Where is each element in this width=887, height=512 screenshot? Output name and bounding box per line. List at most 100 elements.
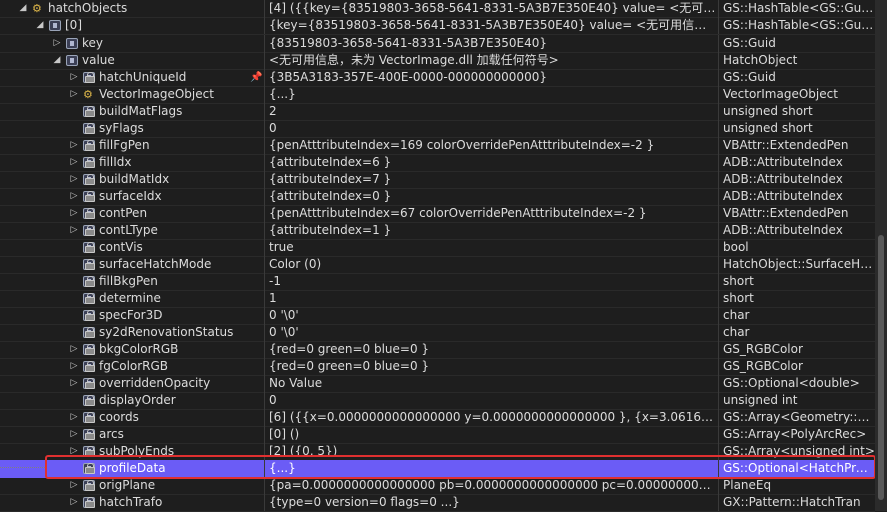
value-cell[interactable]: [2] ({0, 5}) [264, 443, 718, 460]
name-cell[interactable]: ▷ fgColorRGB [0, 358, 264, 375]
name-cell[interactable]: ▷ fillFgPen [0, 137, 264, 154]
value-cell[interactable]: {...} [264, 86, 718, 103]
watch-row[interactable]: displayOrder 0 unsigned int [0, 392, 875, 410]
watch-row[interactable]: ▷ buildMatIdx {attributeIndex=7 } ADB::Attr… [0, 171, 875, 189]
name-cell[interactable]: ▷ contLType [0, 222, 264, 239]
name-cell[interactable]: ▷ ⚙ VectorImageObject [0, 86, 264, 103]
watch-row[interactable]: sy2dRenovationStatus 0 '\0' char [0, 324, 875, 342]
name-cell[interactable]: ◢ [0] [0, 17, 264, 34]
expand-arrow-icon[interactable]: ▷ [69, 188, 79, 205]
name-cell[interactable]: ▷ contPen [0, 205, 264, 222]
value-cell[interactable]: 0 '\0' [264, 324, 718, 341]
value-cell[interactable]: 0 [264, 120, 718, 137]
value-cell[interactable]: true [264, 239, 718, 256]
expand-arrow-icon[interactable]: ▷ [69, 358, 79, 375]
watch-row[interactable]: surfaceHatchMode Color (0) HatchObject::Su… [0, 256, 875, 274]
collapse-arrow-icon[interactable]: ◢ [35, 17, 45, 34]
watch-row[interactable]: syFlags 0 unsigned short [0, 120, 875, 138]
watch-row[interactable]: ▷ fillIdx {attributeIndex=6 } ADB::Attribut… [0, 154, 875, 172]
watch-row[interactable]: ◢ ⚙ hatchObjects [4] ({{key={83519803-3658-… [0, 0, 875, 18]
expand-arrow-icon[interactable]: ▷ [69, 154, 79, 171]
watch-row[interactable]: ▷ fgColorRGB {red=0 green=0 blue=0 } GS_RGB… [0, 358, 875, 376]
expand-arrow-icon[interactable]: ▷ [69, 171, 79, 188]
name-cell[interactable]: ▷ hatchUniqueId 📌 [0, 69, 264, 86]
name-cell[interactable]: ▷ bkgColorRGB [0, 341, 264, 358]
expand-arrow-icon[interactable]: ▷ [52, 35, 62, 52]
value-cell[interactable]: Color (0) [264, 256, 718, 273]
collapse-arrow-icon[interactable]: ◢ [52, 52, 62, 69]
name-cell[interactable]: ▷ surfaceIdx [0, 188, 264, 205]
watch-row[interactable]: ◢ [0] {key={83519803-3658-5641-8331-5A3B7E… [0, 17, 875, 35]
watch-row[interactable]: fillBkgPen -1 short [0, 273, 875, 291]
expand-arrow-icon[interactable]: ▷ [69, 426, 79, 443]
name-cell[interactable]: ▷ key [0, 35, 264, 52]
name-cell[interactable]: surfaceHatchMode [0, 256, 264, 273]
name-cell[interactable]: profileData [0, 460, 264, 477]
expand-arrow-icon[interactable]: ▷ [69, 69, 79, 86]
name-cell[interactable]: ▷ overriddenOpacity [0, 375, 264, 392]
watch-row[interactable]: ▷ fillFgPen {penAtttributeIndex=169 colorO… [0, 137, 875, 155]
expand-arrow-icon[interactable]: ▷ [69, 222, 79, 239]
watch-row[interactable]: ▷ contLType {attributeIndex=1 } ADB::Attrib… [0, 222, 875, 240]
expand-arrow-icon[interactable]: ▷ [69, 375, 79, 392]
value-cell[interactable]: {83519803-3658-5641-8331-5A3B7E350E40} [264, 35, 718, 52]
expand-arrow-icon[interactable]: ▷ [69, 205, 79, 222]
value-cell[interactable]: No Value [264, 375, 718, 392]
watch-row[interactable]: ▷ surfaceIdx {attributeIndex=0 } ADB::Attri… [0, 188, 875, 206]
value-cell[interactable]: {penAtttributeIndex=67 colorOverridePenA… [264, 205, 718, 222]
watch-row[interactable]: specFor3D 0 '\0' char [0, 307, 875, 325]
watch-row[interactable]: ▷ subPolyEnds [2] ({0, 5}) GS::Array<unsign… [0, 443, 875, 461]
expand-arrow-icon[interactable]: ▷ [69, 477, 79, 494]
value-cell[interactable]: {pa=0.0000000000000000 pb=0.000000000000… [264, 477, 718, 494]
name-cell[interactable]: syFlags [0, 120, 264, 137]
name-cell[interactable]: displayOrder [0, 392, 264, 409]
value-cell[interactable]: 0 '\0' [264, 307, 718, 324]
value-cell[interactable]: 1 [264, 290, 718, 307]
watch-row[interactable]: ▷ contPen {penAtttributeIndex=67 colorOver… [0, 205, 875, 223]
value-cell[interactable]: [0] () [264, 426, 718, 443]
value-cell[interactable]: {red=0 green=0 blue=0 } [264, 358, 718, 375]
value-cell[interactable]: <无可用信息，未为 VectorImage.dll 加载任何符号> [264, 52, 718, 69]
value-cell[interactable]: {penAtttributeIndex=169 colorOverridePen… [264, 137, 718, 154]
name-cell[interactable]: ◢ value [0, 52, 264, 69]
name-cell[interactable]: sy2dRenovationStatus [0, 324, 264, 341]
expand-arrow-icon[interactable]: ▷ [69, 341, 79, 358]
name-cell[interactable]: ▷ arcs [0, 426, 264, 443]
watch-row[interactable]: ▷ hatchTrafo {type=0 version=0 flags=0 ...… [0, 494, 875, 512]
value-cell[interactable]: {attributeIndex=1 } [264, 222, 718, 239]
watch-row[interactable]: ▷ key {83519803-3658-5641-8331-5A3B7E350E4… [0, 35, 875, 53]
watch-row[interactable]: ▷ coords [6] ({{x=0.0000000000000000 y=0.0… [0, 409, 875, 427]
watch-row[interactable]: contVis true bool [0, 239, 875, 257]
name-cell[interactable]: buildMatFlags [0, 103, 264, 120]
value-cell[interactable]: 2 [264, 103, 718, 120]
name-cell[interactable]: ◢ ⚙ hatchObjects [0, 0, 264, 17]
value-cell[interactable]: {type=0 version=0 flags=0 ...} [264, 494, 718, 511]
value-cell[interactable]: {attributeIndex=6 } [264, 154, 718, 171]
expand-arrow-icon[interactable]: ▷ [69, 409, 79, 426]
watch-row[interactable]: ▷ arcs [0] () GS::Array<PolyArcRec> [0, 426, 875, 444]
watch-row[interactable]: profileData {...} GS::Optional<HatchProfil… [0, 460, 875, 478]
name-cell[interactable]: ▷ subPolyEnds [0, 443, 264, 460]
value-cell[interactable]: -1 [264, 273, 718, 290]
value-cell[interactable]: {red=0 green=0 blue=0 } [264, 341, 718, 358]
name-cell[interactable]: ▷ hatchTrafo [0, 494, 264, 511]
value-cell[interactable]: {attributeIndex=0 } [264, 188, 718, 205]
watch-row[interactable]: buildMatFlags 2 unsigned short [0, 103, 875, 121]
name-cell[interactable]: ▷ origPlane [0, 477, 264, 494]
value-cell[interactable]: 0 [264, 392, 718, 409]
value-cell[interactable]: [4] ({{key={83519803-3658-5641-8331-5A3B… [264, 0, 718, 17]
watch-row[interactable]: ▷ ⚙ VectorImageObject {...} VectorImageObjec… [0, 86, 875, 104]
collapse-arrow-icon[interactable]: ◢ [18, 0, 28, 17]
expand-arrow-icon[interactable]: ▷ [69, 443, 79, 460]
pin-icon[interactable]: 📌 [250, 69, 262, 86]
name-cell[interactable]: ▷ buildMatIdx [0, 171, 264, 188]
watch-row[interactable]: determine 1 short [0, 290, 875, 308]
watch-row[interactable]: ▷ origPlane {pa=0.0000000000000000 pb=0.00… [0, 477, 875, 495]
expand-arrow-icon[interactable]: ▷ [69, 86, 79, 103]
expand-arrow-icon[interactable]: ▷ [69, 494, 79, 511]
watch-row[interactable]: ▷ overriddenOpacity No Value GS::Optional<d… [0, 375, 875, 393]
name-cell[interactable]: contVis [0, 239, 264, 256]
value-cell[interactable]: [6] ({{x=0.0000000000000000 y=0.00000000… [264, 409, 718, 426]
value-cell[interactable]: {attributeIndex=7 } [264, 171, 718, 188]
watch-row[interactable]: ▷ bkgColorRGB {red=0 green=0 blue=0 } GS_RG… [0, 341, 875, 359]
